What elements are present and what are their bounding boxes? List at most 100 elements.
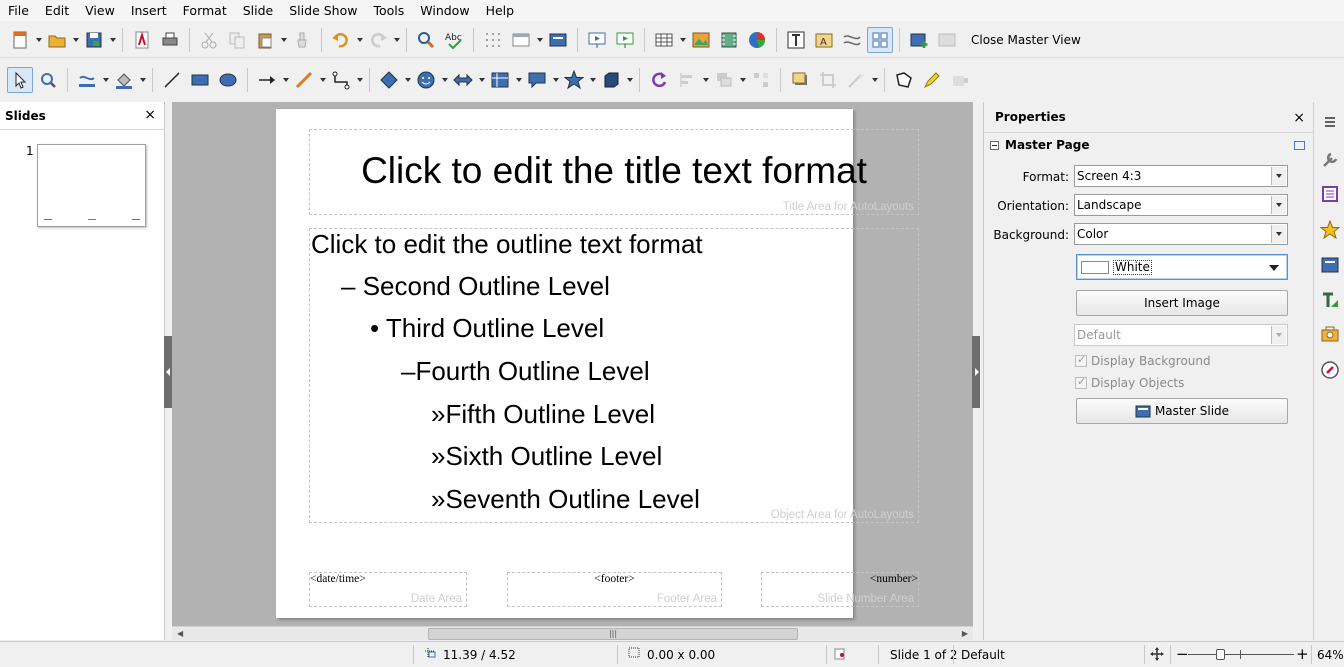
arrange-dropdown[interactable] [738,67,747,93]
flowchart-icon[interactable] [487,67,513,93]
insert-chart-icon[interactable] [744,27,770,53]
block-arrows-icon[interactable] [450,67,476,93]
connector-icon[interactable] [328,67,354,93]
new-dropdown[interactable] [34,27,43,53]
scroll-left-icon[interactable]: ◀ [177,629,183,638]
align-dropdown[interactable] [701,67,710,93]
display-views-dropdown[interactable] [535,27,544,53]
cut-icon[interactable] [196,27,222,53]
zoom-slider-knob[interactable] [1216,649,1225,660]
insert-image-icon[interactable] [688,27,714,53]
ellipse-icon[interactable] [215,67,241,93]
gallery-tab-icon[interactable] [1318,322,1342,346]
menu-window[interactable]: Window [412,0,477,21]
date-placeholder[interactable]: <date/time> Date Area [309,572,467,607]
navigator-tab-icon[interactable] [1318,358,1342,382]
paste-button[interactable] [252,27,278,53]
3d-objects-dropdown[interactable] [625,67,634,93]
clone-formatting-icon[interactable] [289,27,315,53]
basic-shapes-icon[interactable] [376,67,402,93]
close-icon[interactable]: × [144,107,156,123]
line-ends-arrow-icon[interactable] [254,67,280,93]
checkbox-box[interactable] [1075,375,1087,389]
print-button[interactable] [157,27,183,53]
chevron-down-icon[interactable] [1271,167,1286,185]
properties-tab-icon[interactable] [1318,148,1342,172]
zoom-in-icon[interactable]: + [1296,645,1309,663]
checkbox-box[interactable] [1075,353,1087,367]
slide-thumbnail[interactable] [37,144,146,227]
sidebar-splitter-handle[interactable] [972,336,980,408]
menu-file[interactable]: File [0,0,37,21]
master-page-section-header[interactable]: Master Page [990,138,1089,152]
outline-placeholder[interactable]: Click to edit the outline text format – … [309,228,919,523]
menu-edit[interactable]: Edit [37,0,77,21]
align-icon[interactable] [674,67,700,93]
connector-dropdown[interactable] [355,67,364,93]
select-icon[interactable] [7,67,33,93]
fill-color-dropdown[interactable] [138,67,147,93]
zoom-level[interactable]: 64% [1317,648,1344,662]
chevron-down-icon[interactable] [1271,326,1286,344]
stars-icon[interactable] [561,67,587,93]
title-text[interactable]: Click to edit the title text format [310,150,918,192]
block-arrows-dropdown[interactable] [477,67,486,93]
filter-dropdown[interactable] [870,67,879,93]
outline-level-3[interactable]: • Third Outline Level [370,313,604,344]
flowchart-dropdown[interactable] [514,67,523,93]
zoom-out-icon[interactable]: − [1176,645,1189,663]
master-select[interactable]: Default [1074,324,1288,346]
curve-dropdown[interactable] [318,67,327,93]
callouts-dropdown[interactable] [551,67,560,93]
paste-dropdown[interactable] [279,27,288,53]
menu-format[interactable]: Format [175,0,235,21]
outline-level-1[interactable]: Click to edit the outline text format [311,229,703,260]
format-select[interactable]: Screen 4:3 [1074,165,1288,187]
curve-icon[interactable] [291,67,317,93]
symbol-shapes-icon[interactable] [413,67,439,93]
horizontal-scrollbar[interactable]: ◀ ||| ▶ [172,626,973,640]
scroll-right-icon[interactable]: ▶ [962,629,968,638]
outline-level-7[interactable]: »Seventh Outline Level [431,484,700,515]
document-modified-icon[interactable] [834,648,846,660]
redo-icon[interactable] [365,27,391,53]
master-slide[interactable]: Click to edit the title text format Titl… [276,109,919,618]
spelling-button[interactable]: Abc [441,27,467,53]
footer-placeholder[interactable]: <footer> Footer Area [507,572,722,607]
close-master-view-button[interactable]: Close Master View [965,33,1087,47]
toggle-extrusion-icon[interactable] [947,67,973,93]
menu-view[interactable]: View [77,0,123,21]
title-placeholder[interactable]: Click to edit the title text format Titl… [309,129,919,215]
zoom-pan-icon[interactable] [35,67,61,93]
chevron-down-icon[interactable] [1269,265,1279,271]
master-name[interactable]: Default [961,648,1005,662]
text-box-icon[interactable] [783,27,809,53]
open-button[interactable] [44,27,70,53]
save-button[interactable] [81,27,107,53]
master-view-icon[interactable] [867,26,893,53]
chevron-down-icon[interactable] [1271,225,1286,243]
new-master-icon[interactable] [906,27,932,53]
undo-button[interactable] [328,27,354,53]
symbol-shapes-dropdown[interactable] [440,67,449,93]
scrollbar-thumb[interactable]: ||| [428,628,798,640]
menu-tools[interactable]: Tools [365,0,412,21]
insert-video-icon[interactable] [716,27,742,53]
more-options-icon[interactable] [1294,141,1305,150]
basic-shapes-dropdown[interactable] [403,67,412,93]
slide-number-placeholder[interactable]: <number> Slide Number Area [761,572,919,607]
menu-help[interactable]: Help [478,0,523,21]
show-draw-functions-icon[interactable] [839,27,865,53]
fill-color-icon[interactable] [111,67,137,93]
close-icon[interactable]: × [1293,110,1305,126]
background-color-select[interactable]: White [1076,254,1288,280]
outline-level-2[interactable]: – Second Outline Level [341,271,610,302]
orientation-select[interactable]: Landscape [1074,194,1288,216]
arrange-icon[interactable] [711,67,737,93]
display-objects-checkbox[interactable]: Display Objects [1075,375,1184,390]
table-button[interactable] [651,27,677,53]
points-icon[interactable] [891,67,917,93]
background-select[interactable]: Color [1074,223,1288,245]
delete-master-icon[interactable] [934,27,960,53]
line-color-icon[interactable] [74,67,100,93]
